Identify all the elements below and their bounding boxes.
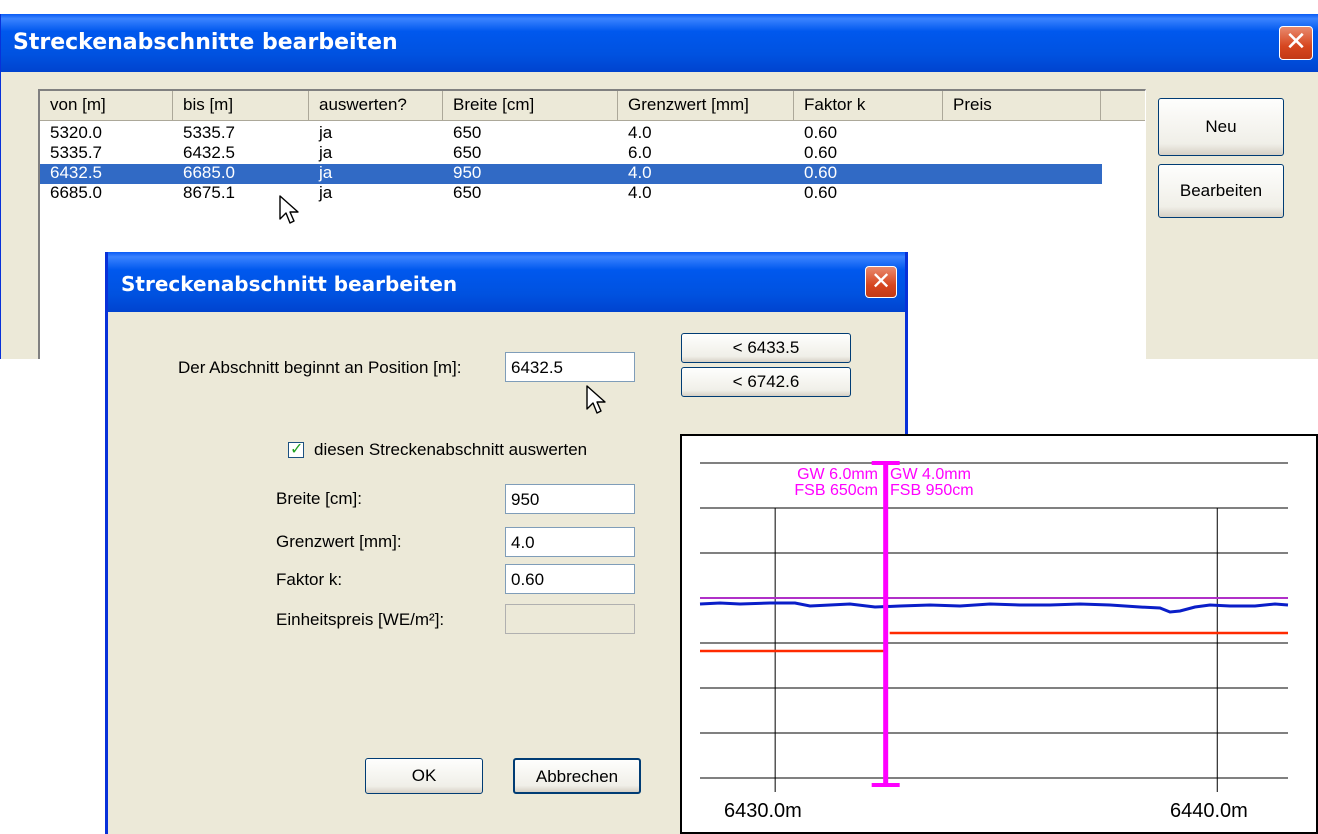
profile-chart: GW 6.0mm FSB 650cm GW 4.0mm FSB 950cm 64… xyxy=(680,434,1318,834)
annotation-left: GW 6.0mm FSB 650cm xyxy=(778,467,878,499)
cell-factor: 0.60 xyxy=(804,143,838,162)
column-header[interactable]: Grenzwert [mm] xyxy=(618,91,794,121)
annotation-left-width: FSB 650cm xyxy=(794,482,878,499)
main-window-title: Streckenabschnitte bearbeiten xyxy=(13,30,398,55)
dialog-title: Streckenabschnitt bearbeiten xyxy=(121,272,458,296)
column-header[interactable]: Breite [cm] xyxy=(443,91,618,121)
column-header[interactable]: auswerten? xyxy=(309,91,443,121)
x-tick-label: 6440.0m xyxy=(1170,800,1248,822)
column-header[interactable]: Faktor k xyxy=(794,91,943,121)
main-title-bar[interactable]: Streckenabschnitte bearbeiten ✕ xyxy=(1,14,1318,72)
cell-limit: 6.0 xyxy=(628,143,652,162)
column-header[interactable]: Preis xyxy=(943,91,1101,121)
close-icon[interactable]: ✕ xyxy=(1279,26,1313,60)
table-row[interactable]: 5335.7 6432.5 ja 650 6.0 0.60 xyxy=(40,143,1102,164)
cell-from: 6432.5 xyxy=(50,163,102,182)
evaluate-checkbox[interactable]: ✓ xyxy=(288,439,304,458)
mouse-cursor-icon xyxy=(586,385,606,414)
cell-evaluate: ja xyxy=(319,123,333,142)
cell-from: 6685.0 xyxy=(50,183,102,202)
limit-field[interactable]: 4.0 xyxy=(505,527,635,557)
edit-button[interactable]: Bearbeiten xyxy=(1158,164,1284,218)
width-label: Breite [cm]: xyxy=(276,489,362,508)
cell-from: 5320.0 xyxy=(50,123,102,142)
width-field[interactable]: 950 xyxy=(505,484,635,514)
annotation-right-limit: GW 4.0mm xyxy=(890,466,971,483)
factor-field[interactable]: 0.60 xyxy=(505,564,635,594)
cell-factor: 0.60 xyxy=(804,183,838,202)
checkmark-icon: ✓ xyxy=(290,439,304,458)
annotation-right-width: FSB 950cm xyxy=(890,482,974,499)
cell-to: 5335.7 xyxy=(183,123,235,142)
start-position-label: Der Abschnitt beginnt an Position [m]: xyxy=(178,358,462,377)
column-header-filler xyxy=(1101,91,1145,121)
cancel-button[interactable]: Abbrechen xyxy=(513,758,641,794)
cell-to: 8675.1 xyxy=(183,183,235,202)
cell-width: 650 xyxy=(453,183,482,202)
cell-limit: 4.0 xyxy=(628,163,652,182)
cell-factor: 0.60 xyxy=(804,123,838,142)
table-row-selected[interactable]: 6432.5 6685.0 ja 950 4.0 0.60 xyxy=(40,163,1102,184)
profile-line xyxy=(699,601,1289,614)
prev-position-button[interactable]: < 6433.5 xyxy=(681,333,851,363)
cell-evaluate: ja xyxy=(319,143,333,162)
cell-limit: 4.0 xyxy=(628,123,652,142)
new-button[interactable]: Neu xyxy=(1158,98,1284,156)
cell-width: 950 xyxy=(453,163,482,182)
mouse-cursor-icon xyxy=(279,195,299,224)
cell-factor: 0.60 xyxy=(804,163,838,182)
start-position-field[interactable]: 6432.5 xyxy=(505,352,635,382)
annotation-left-limit: GW 6.0mm xyxy=(797,466,878,483)
x-tick-label: 6430.0m xyxy=(724,800,802,822)
column-header[interactable]: bis [m] xyxy=(173,91,309,121)
cell-to: 6432.5 xyxy=(183,143,235,162)
factor-label: Faktor k: xyxy=(276,570,343,589)
table-row[interactable]: 5320.0 5335.7 ja 650 4.0 0.60 xyxy=(40,123,1102,144)
cell-to: 6685.0 xyxy=(183,163,235,182)
table-row[interactable]: 6685.0 8675.1 ja 650 4.0 0.60 xyxy=(40,183,1102,204)
cell-limit: 4.0 xyxy=(628,183,652,202)
close-icon[interactable]: ✕ xyxy=(865,266,897,298)
cell-evaluate: ja xyxy=(319,163,333,182)
limit-label: Grenzwert [mm]: xyxy=(276,532,402,551)
cell-from: 5335.7 xyxy=(50,143,102,162)
cell-width: 650 xyxy=(453,123,482,142)
column-header[interactable]: von [m] xyxy=(40,91,173,121)
unit-price-field[interactable] xyxy=(505,604,635,634)
dialog-title-bar[interactable]: Streckenabschnitt bearbeiten ✕ xyxy=(108,252,905,312)
unit-price-label: Einheitspreis [WE/m²]: xyxy=(276,610,445,629)
next-position-button[interactable]: < 6742.6 xyxy=(681,367,851,397)
evaluate-label: diesen Streckenabschnitt auswerten xyxy=(314,440,588,459)
cell-evaluate: ja xyxy=(319,183,333,202)
annotation-right: GW 4.0mm FSB 950cm xyxy=(890,467,974,499)
cell-width: 650 xyxy=(453,143,482,162)
ok-button[interactable]: OK xyxy=(365,758,483,794)
